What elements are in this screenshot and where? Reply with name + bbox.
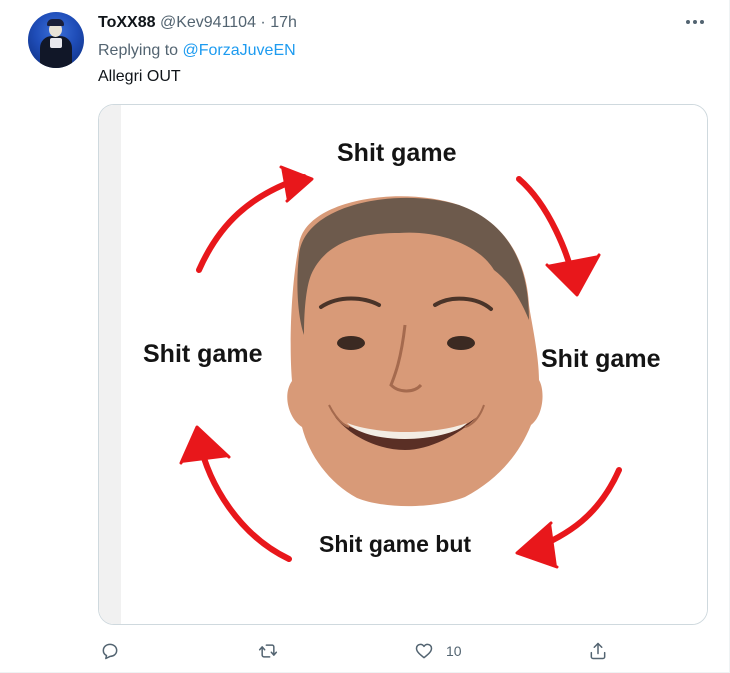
avatar-figure-detail — [50, 38, 62, 48]
timestamp[interactable]: 17h — [270, 14, 297, 31]
retweet-button[interactable] — [258, 636, 290, 666]
avatar[interactable] — [28, 12, 84, 68]
reply-button[interactable] — [100, 636, 132, 666]
tweet-media-image[interactable]: Shit game Shit game Shit game Shit game … — [98, 104, 708, 625]
reply-icon — [102, 643, 118, 660]
face-illustration — [287, 196, 543, 507]
like-count: 10 — [446, 643, 462, 659]
meme-label-top: Shit game — [337, 139, 457, 167]
replying-handle-link[interactable]: @ForzaJuveEN — [183, 42, 296, 59]
tweet-actions: 10 — [98, 636, 706, 666]
meme-label-left: Shit game — [143, 340, 263, 368]
display-name[interactable]: ToXX88 — [98, 14, 156, 31]
meme-label-right: Shit game — [541, 345, 661, 373]
replying-prefix: Replying to — [98, 42, 179, 59]
meme-label-bottom: Shit game but — [319, 531, 472, 557]
more-icon[interactable] — [683, 12, 707, 32]
separator-dot: · — [260, 14, 266, 31]
replying-to: Replying to @ForzaJuveEN — [98, 42, 296, 60]
avatar-figure-cap — [47, 19, 64, 26]
heart-icon — [415, 643, 433, 659]
tweet-text: Allegri OUT — [98, 68, 181, 85]
share-button[interactable] — [588, 636, 620, 666]
share-icon — [590, 642, 606, 660]
user-handle[interactable]: @Kev941104 — [160, 14, 256, 31]
tweet-header: ToXX88 @Kev941104 · 17h — [98, 14, 297, 32]
retweet-icon — [258, 644, 278, 658]
like-button[interactable]: 10 — [414, 636, 462, 666]
